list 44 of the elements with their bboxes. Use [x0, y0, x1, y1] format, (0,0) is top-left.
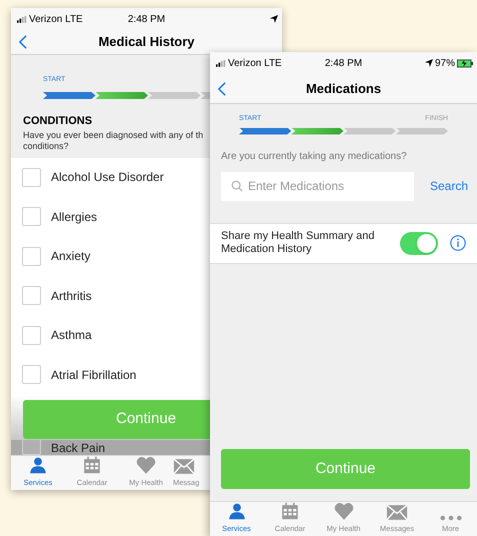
- question-text: Have you ever been diagnosed with any of th conditions?: [23, 130, 204, 152]
- envelope-icon: [173, 458, 195, 475]
- checkbox[interactable]: [22, 286, 41, 306]
- condition-label: Arthritis: [51, 288, 92, 303]
- checkbox[interactable]: [22, 168, 41, 187]
- envelope-icon: [386, 504, 408, 521]
- section-heading: CONDITIONS: [23, 114, 92, 129]
- status-time: 2:48 PM: [324, 56, 362, 70]
- carrier-label: Verizon LTE: [228, 56, 282, 70]
- checkbox[interactable]: [22, 207, 41, 226]
- back-chevron-icon[interactable]: [19, 35, 27, 49]
- heart-icon: [332, 502, 354, 521]
- signal-icon: [17, 16, 27, 22]
- condition-label: Allergies: [51, 210, 98, 224]
- location-arrow-icon: [424, 59, 433, 67]
- toggle-switch[interactable]: [400, 232, 438, 254]
- back-chevron-icon[interactable]: [218, 82, 226, 96]
- question-text: Are you currently taking any medications?: [220, 150, 408, 164]
- search-icon: [231, 180, 243, 192]
- condition-label: Back Pain: [51, 441, 106, 455]
- search-field[interactable]: Enter Medications: [221, 172, 414, 200]
- screen-title: Medical History: [98, 33, 195, 52]
- condition-label: Anxiety: [51, 249, 90, 264]
- share-toggle-label: Share my Health Summary and Medication History: [221, 230, 376, 256]
- condition-label: Asthma: [51, 328, 92, 342]
- more-icon: [440, 514, 462, 521]
- checkbox[interactable]: [22, 326, 41, 345]
- checkbox[interactable]: [22, 440, 41, 455]
- checkbox[interactable]: [22, 246, 41, 266]
- status-time: 2:48 PM: [128, 12, 166, 26]
- carrier-label: Verizon LTE: [29, 12, 83, 26]
- continue-button[interactable]: Continue: [221, 449, 470, 489]
- condition-label: Alcohol Use Disorder: [51, 170, 164, 184]
- location-arrow-icon: [270, 15, 278, 23]
- battery-icon: [457, 58, 473, 68]
- screen-title: Medications: [306, 80, 382, 98]
- condition-label: Atrial Fibrillation: [51, 368, 136, 382]
- info-icon[interactable]: [450, 235, 466, 251]
- checkbox[interactable]: [22, 365, 41, 384]
- signal-icon: [216, 60, 226, 66]
- battery-percent: 97%: [434, 56, 455, 70]
- heart-icon: [135, 456, 157, 475]
- search-button[interactable]: Search: [430, 177, 468, 195]
- continue-button[interactable]: Continue: [23, 400, 210, 439]
